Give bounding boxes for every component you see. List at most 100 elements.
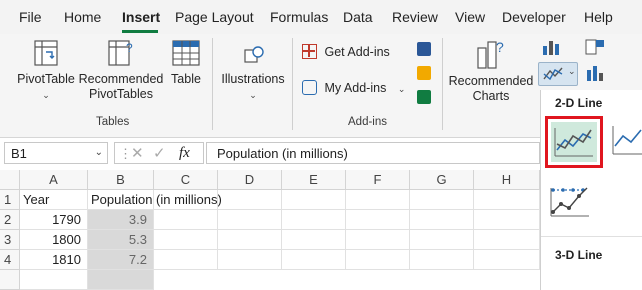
section-2d-line: 2-D Line (555, 96, 603, 110)
cell-g3[interactable] (410, 230, 474, 250)
cell-h3[interactable] (474, 230, 540, 250)
get-addins-button[interactable]: Get Add-ins (302, 44, 402, 60)
line-chart-button[interactable]: ⌄ (538, 62, 578, 86)
chevron-down-icon: ⌄ (42, 90, 50, 100)
cell-e1[interactable] (282, 190, 346, 210)
tab-home[interactable]: Home (64, 9, 101, 25)
cell-g1[interactable] (410, 190, 474, 210)
recommended-pivottables-button[interactable]: ? Recommended PivotTables (78, 38, 164, 102)
column-header-d[interactable]: D (218, 170, 282, 190)
cell-f4[interactable] (346, 250, 410, 270)
insert-function-icon[interactable]: fx (179, 145, 190, 162)
name-box[interactable]: B1 ⌄ (4, 142, 108, 164)
row-header[interactable]: 4 (0, 250, 20, 270)
column-header-h[interactable]: H (474, 170, 540, 190)
column-header-c[interactable]: C (154, 170, 218, 190)
cell-b1[interactable]: Population (in millions) (88, 190, 222, 210)
column-chart-button[interactable] (540, 38, 576, 60)
tab-help[interactable]: Help (584, 9, 613, 25)
cell-a3[interactable]: 1800 (20, 230, 88, 250)
line-chart-icon (554, 128, 593, 157)
illustrations-button[interactable]: Illustrations ⌄ (218, 38, 288, 103)
cell-g4[interactable] (410, 250, 474, 270)
row-header[interactable] (0, 270, 20, 290)
cell-d2[interactable] (218, 210, 282, 230)
cell-c3[interactable] (154, 230, 218, 250)
cell-b4[interactable]: 7.2 (88, 250, 154, 270)
statistic-chart-button[interactable] (584, 64, 620, 86)
my-addins-label: My Add-ins (324, 81, 387, 95)
enter-icon[interactable]: ✓ (153, 144, 166, 162)
pivottable-button[interactable]: PivotTable ⌄ (16, 38, 76, 103)
tab-page-layout[interactable]: Page Layout (175, 9, 254, 25)
cell-f2[interactable] (346, 210, 410, 230)
chevron-down-icon[interactable]: ⌄ (95, 147, 103, 158)
statistic-chart-icon (587, 66, 603, 81)
illustrations-label: Illustrations (221, 72, 285, 86)
recommended-charts-button[interactable]: ? Recommended Charts (448, 38, 534, 104)
people-graph-icon[interactable] (417, 90, 431, 104)
line-chart-option-selected[interactable] (545, 116, 603, 168)
my-addins-button[interactable]: My Add-ins ⌄ (302, 80, 412, 97)
row-header[interactable]: 3 (0, 230, 20, 250)
cell-b2[interactable]: 3.9 (88, 210, 154, 230)
spreadsheet-grid: A B C D E F G H 1 Year Population (in mi… (0, 170, 540, 290)
cell-e3[interactable] (282, 230, 346, 250)
svg-text:?: ? (126, 41, 133, 55)
cell-h1[interactable] (474, 190, 540, 210)
pivottable-icon (34, 40, 58, 66)
line-chart-icon (543, 67, 563, 81)
table-label: Table (171, 72, 201, 86)
cell-c1[interactable] (154, 190, 218, 210)
tab-formulas[interactable]: Formulas (270, 9, 328, 25)
svg-text:?: ? (496, 39, 504, 55)
visio-icon[interactable] (417, 42, 431, 56)
cell-h4[interactable] (474, 250, 540, 270)
cell-c4[interactable] (154, 250, 218, 270)
recommended-pivottables-icon: ? (108, 40, 133, 66)
cell-a4[interactable]: 1810 (20, 250, 88, 270)
dropdown-divider (541, 236, 642, 237)
cell-a5[interactable] (20, 270, 88, 290)
tab-view[interactable]: View (455, 9, 485, 25)
bing-icon[interactable] (417, 66, 431, 80)
formula-input[interactable]: Population (in millions) (206, 142, 540, 164)
formula-controls: ⋮ ✕ ✓ fx (114, 142, 204, 164)
cell-a1[interactable]: Year (20, 190, 88, 210)
cell-b5[interactable] (88, 270, 154, 290)
column-header-f[interactable]: F (346, 170, 410, 190)
cell-e4[interactable] (282, 250, 346, 270)
cell-d4[interactable] (218, 250, 282, 270)
tab-file[interactable]: File (19, 9, 42, 25)
cell-c2[interactable] (154, 210, 218, 230)
cell-e2[interactable] (282, 210, 346, 230)
line-with-markers-option[interactable] (547, 182, 597, 226)
tab-data[interactable]: Data (343, 9, 373, 25)
cell-d1[interactable] (218, 190, 282, 210)
row-header[interactable]: 1 (0, 190, 20, 210)
cell-d3[interactable] (218, 230, 282, 250)
cancel-icon[interactable]: ✕ (131, 144, 144, 162)
cell-b3[interactable]: 5.3 (88, 230, 154, 250)
row-header[interactable]: 2 (0, 210, 20, 230)
tab-insert[interactable]: Insert (122, 9, 160, 25)
column-header-g[interactable]: G (410, 170, 474, 190)
active-tab-indicator (122, 30, 158, 33)
column-header-a[interactable]: A (20, 170, 88, 190)
column-header-b[interactable]: B (88, 170, 154, 190)
stacked-line-chart-option[interactable] (609, 120, 642, 164)
cell-a2[interactable]: 1790 (20, 210, 88, 230)
cell-f1[interactable] (346, 190, 410, 210)
hierarchy-chart-button[interactable] (584, 38, 620, 60)
cell-g2[interactable] (410, 210, 474, 230)
chevron-down-icon: ⌄ (568, 66, 576, 76)
cell-h2[interactable] (474, 210, 540, 230)
chevron-down-icon: ⌄ (397, 84, 406, 94)
column-header-e[interactable]: E (282, 170, 346, 190)
tab-developer[interactable]: Developer (502, 9, 566, 25)
table-button[interactable]: Table (166, 38, 206, 87)
shapes-icon (244, 46, 264, 63)
select-all-corner[interactable] (0, 170, 20, 190)
tab-review[interactable]: Review (392, 9, 438, 25)
cell-f3[interactable] (346, 230, 410, 250)
